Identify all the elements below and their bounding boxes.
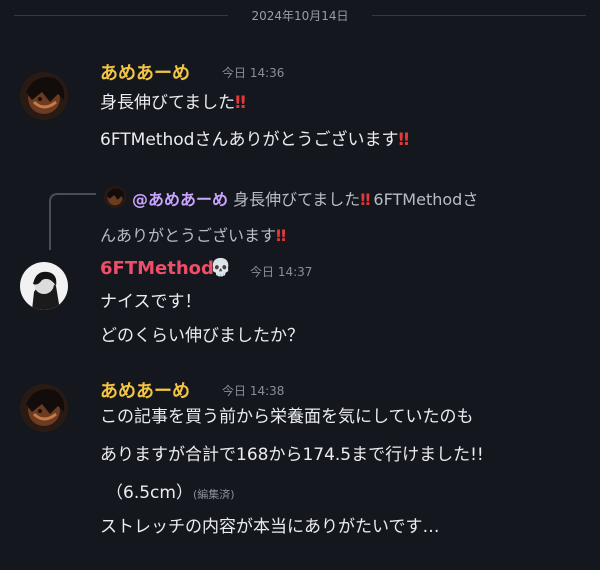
message-author[interactable]: 6FTMethod bbox=[100, 258, 214, 279]
date-divider: 2024年10月14日 bbox=[0, 0, 600, 30]
reply-author: @あめあーめ bbox=[132, 190, 229, 209]
message-timestamp: 今日 14:37 bbox=[250, 265, 313, 279]
message-line: ストレッチの内容が本当にありがたいです… bbox=[100, 517, 440, 537]
double-exclamation-emoji: ‼ bbox=[398, 130, 409, 150]
message-author[interactable]: あめあーめ bbox=[100, 377, 190, 403]
message-line: （6.5cm）(編集済) bbox=[106, 483, 235, 503]
double-exclamation-emoji: ‼ bbox=[235, 93, 246, 113]
double-exclamation-emoji: ‼ bbox=[276, 226, 286, 245]
reply-preview-line2[interactable]: んありがとうございます‼ bbox=[100, 222, 286, 246]
message-author[interactable]: あめあーめ bbox=[100, 59, 190, 85]
avatar-6ftmethod[interactable] bbox=[20, 262, 68, 310]
message-line: ありますが合計で168から174.5まで行けました!! bbox=[100, 445, 484, 465]
message-line: 身長伸びてました‼ bbox=[100, 93, 246, 113]
message-line: 6FTMethodさんありがとうございます‼ bbox=[100, 130, 409, 150]
message-line: どのくらい伸びましたか？ bbox=[100, 326, 304, 346]
message-line: ナイスです！ bbox=[100, 292, 202, 312]
reply-avatar-ame bbox=[104, 186, 126, 208]
divider-line-right bbox=[372, 15, 586, 16]
message-timestamp: 今日 14:36 bbox=[222, 66, 285, 80]
edited-badge: (編集済) bbox=[192, 488, 235, 501]
avatar-ame[interactable] bbox=[20, 72, 68, 120]
message-timestamp: 今日 14:38 bbox=[222, 384, 285, 398]
reply-preview[interactable]: @あめあーめ 身長伸びてました‼ 6FTMethodさ bbox=[132, 186, 478, 210]
skull-emoji: 💀 bbox=[210, 258, 232, 278]
message-line: この記事を買う前から栄養面を気にしていたのも bbox=[100, 407, 474, 427]
avatar-ame[interactable] bbox=[20, 384, 68, 432]
reply-connector-icon bbox=[49, 193, 96, 250]
